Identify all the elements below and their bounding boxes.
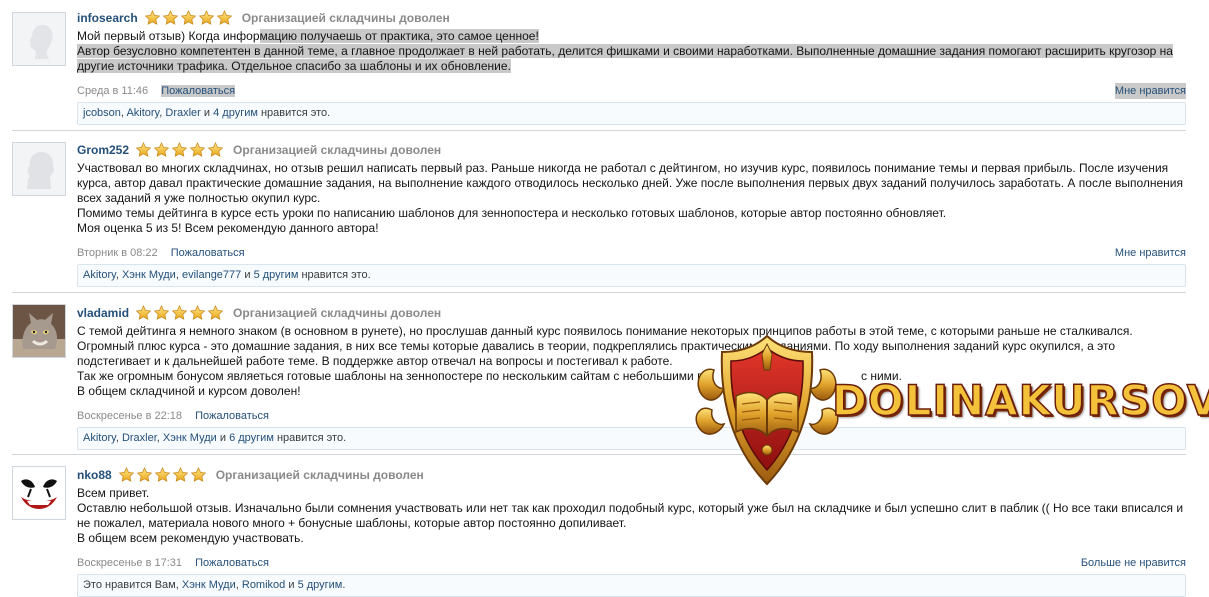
likes-summary: jcobson, Akitory, Draxler и 4 другим нра… <box>77 102 1186 125</box>
review-line: Участвовал во многих складчинах, но отзы… <box>77 161 1169 175</box>
review-text: Мой первый отзыв) Когда информацию получ… <box>77 29 1186 74</box>
report-link[interactable]: Пожаловаться <box>195 410 269 422</box>
like-user-link[interactable]: Хэнк Муди <box>163 432 217 444</box>
star-icon <box>135 305 152 321</box>
username[interactable]: vladamid <box>77 306 129 320</box>
post-date[interactable]: Среда в 11:46 <box>77 85 148 97</box>
like-user-link[interactable]: evilange777 <box>182 269 241 281</box>
star-icon <box>135 142 152 158</box>
star-icon <box>153 305 170 321</box>
rating-stars <box>135 305 225 321</box>
likes-and: и <box>244 269 251 281</box>
star-icon <box>136 467 153 483</box>
report-link[interactable]: Пожаловаться <box>195 557 269 569</box>
rating-text: Организацией складчины доволен <box>215 468 424 482</box>
rating-stars <box>135 142 225 158</box>
avatar[interactable] <box>12 466 66 520</box>
likes-others-link[interactable]: 6 другим <box>229 432 274 444</box>
likes-prefix: Это нравится Вам, <box>83 579 179 591</box>
likes-suffix: нравится это. <box>260 107 331 119</box>
star-icon <box>172 467 189 483</box>
likes-others-link[interactable]: 5 другим <box>298 579 343 591</box>
avatar[interactable] <box>12 142 66 196</box>
unlike-link[interactable]: Больше не нравится <box>1081 555 1186 571</box>
like-link[interactable]: Мне нравится <box>1115 245 1186 261</box>
review-line: курса, автор давал практические домашние… <box>77 176 1183 190</box>
review-text: Участвовал во многих складчинах, но отзы… <box>77 161 1186 236</box>
like-user-link[interactable]: Хэнк Муди <box>122 269 176 281</box>
like-user-link[interactable]: Akitory <box>126 107 159 119</box>
like-user-link[interactable]: Akitory <box>83 269 116 281</box>
review-line: В общем всем рекомендую участвовать. <box>77 531 304 545</box>
watermark-text: DOLINAKURSOV <box>831 375 1209 426</box>
likes-suffix: нравится это. <box>301 269 371 281</box>
likes-and: и <box>288 579 295 591</box>
rating-text: Организацией складчины доволен <box>233 306 442 320</box>
review-line: Помимо темы дейтинга в курсе есть уроки … <box>77 206 947 220</box>
review-line: Моя оценка 5 из 5! Всем рекомендую данно… <box>77 221 379 235</box>
review-line-selected: Автор безусловно компетентен в данной те… <box>77 44 1173 58</box>
rating-text: Организацией складчины доволен <box>241 11 450 25</box>
review-line: всех заданий я уже полностью окупил курс… <box>77 191 321 205</box>
star-icon <box>189 305 206 321</box>
post-date[interactable]: Воскресенье в 17:31 <box>77 557 182 569</box>
username[interactable]: infosearch <box>77 11 138 25</box>
report-link[interactable]: Пожаловаться <box>161 85 236 97</box>
divider <box>12 292 1186 293</box>
rating-stars <box>144 10 234 26</box>
star-icon <box>171 142 188 158</box>
likes-suffix: . <box>342 579 346 591</box>
default-avatar-icon <box>13 143 65 195</box>
star-icon <box>198 10 215 26</box>
star-icon <box>216 10 233 26</box>
review-line: Оставлю небольшой отзыв. Изначально были… <box>77 501 1184 515</box>
avatar[interactable] <box>12 12 66 66</box>
review-line-selected: мацию получаешь от практика, это самое ц… <box>259 29 539 43</box>
star-icon <box>180 10 197 26</box>
star-icon <box>153 142 170 158</box>
cat-avatar-icon <box>13 305 65 357</box>
like-user-link[interactable]: Romikod <box>242 579 285 591</box>
divider <box>12 130 1186 131</box>
star-icon <box>118 467 135 483</box>
post-date[interactable]: Вторник в 08:22 <box>77 247 158 259</box>
default-avatar-icon <box>13 13 65 65</box>
post-date[interactable]: Воскресенье в 22:18 <box>77 410 182 422</box>
username[interactable]: nko88 <box>77 468 112 482</box>
likes-and: и <box>219 432 227 444</box>
review-line: Мой первый отзыв) Когда инфор <box>77 29 260 43</box>
star-icon <box>162 10 179 26</box>
review-text: Всем привет. Оставлю небольшой отзыв. Из… <box>77 486 1186 546</box>
likes-suffix: нравится это. <box>276 432 347 444</box>
star-icon <box>144 10 161 26</box>
review-line: не пожалел, материала нового много + бон… <box>77 516 627 530</box>
review-line: Так же огромным бонусом являеться готовы… <box>77 369 711 383</box>
like-user-link[interactable]: Draxler <box>165 107 200 119</box>
star-icon <box>189 142 206 158</box>
like-link[interactable]: Мне нравится <box>1114 83 1186 99</box>
like-user-link[interactable]: Draxler <box>122 432 157 444</box>
likes-summary: Akitory, Хэнк Муди, evilange777 и 5 друг… <box>77 264 1186 287</box>
avatar[interactable] <box>12 304 66 358</box>
review-line-selected: другие источники трафика. Отдельное спас… <box>77 59 511 73</box>
star-icon <box>154 467 171 483</box>
joker-avatar-icon <box>13 467 65 519</box>
star-icon <box>190 467 207 483</box>
watermark-logo: DOLINAKURSOV <box>692 330 1209 490</box>
likes-others-link[interactable]: 4 другим <box>213 107 258 119</box>
like-user-link[interactable]: Хэнк Муди <box>182 579 236 591</box>
star-icon <box>171 305 188 321</box>
star-icon <box>207 305 224 321</box>
likes-and: и <box>203 107 211 119</box>
like-user-link[interactable]: jcobson <box>83 107 121 119</box>
crest-icon <box>695 334 839 486</box>
likes-others-link[interactable]: 5 другим <box>254 269 299 281</box>
likes-summary: Это нравится Вам, Хэнк Муди, Romikod и 5… <box>77 574 1186 597</box>
username[interactable]: Grom252 <box>77 143 129 157</box>
rating-text: Организацией складчины доволен <box>233 143 442 157</box>
star-icon <box>207 142 224 158</box>
like-user-link[interactable]: Akitory <box>83 432 116 444</box>
report-link[interactable]: Пожаловаться <box>171 247 245 259</box>
rating-stars <box>118 467 208 483</box>
